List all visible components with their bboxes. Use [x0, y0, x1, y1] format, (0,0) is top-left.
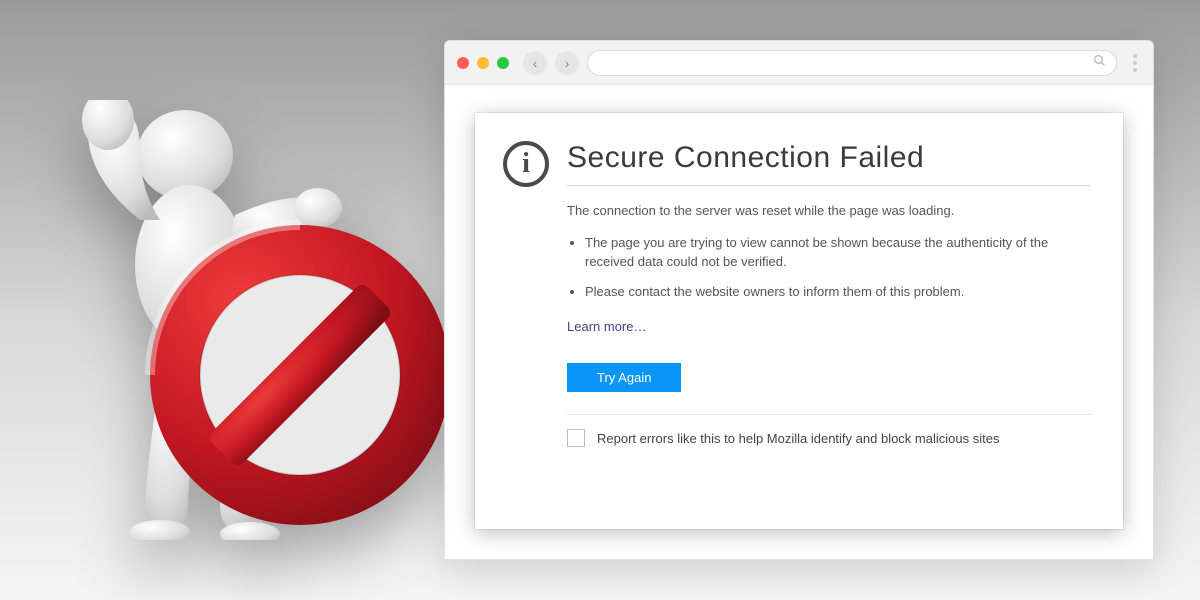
error-title: Secure Connection Failed [567, 141, 1091, 186]
address-bar[interactable] [587, 50, 1117, 76]
info-icon: i [503, 141, 549, 187]
browser-viewport: i Secure Connection Failed The connectio… [445, 85, 1153, 559]
search-icon [1093, 54, 1106, 72]
back-button[interactable]: ‹ [523, 51, 547, 75]
forward-button[interactable]: › [555, 51, 579, 75]
browser-window: ‹ › i Secure Connection Failed [444, 40, 1154, 560]
learn-more-link[interactable]: Learn more… [567, 317, 646, 337]
close-window-button[interactable] [457, 57, 469, 69]
window-controls [457, 57, 509, 69]
error-bullets: The page you are trying to view cannot b… [567, 233, 1091, 302]
divider [567, 414, 1091, 415]
report-row[interactable]: Report errors like this to help Mozilla … [567, 429, 1091, 449]
error-bullet: The page you are trying to view cannot b… [585, 233, 1091, 272]
browser-toolbar: ‹ › [445, 41, 1153, 85]
maximize-window-button[interactable] [497, 57, 509, 69]
menu-button[interactable] [1125, 54, 1141, 72]
no-entry-sign-icon [150, 225, 450, 525]
error-bullet: Please contact the website owners to inf… [585, 282, 1091, 302]
error-card: i Secure Connection Failed The connectio… [475, 113, 1123, 529]
stage: ‹ › i Secure Connection Failed [0, 0, 1200, 600]
illustration [70, 100, 450, 540]
report-checkbox[interactable] [567, 429, 585, 447]
report-label: Report errors like this to help Mozilla … [597, 429, 999, 449]
error-lead: The connection to the server was reset w… [567, 201, 1091, 221]
minimize-window-button[interactable] [477, 57, 489, 69]
try-again-button[interactable]: Try Again [567, 363, 681, 392]
